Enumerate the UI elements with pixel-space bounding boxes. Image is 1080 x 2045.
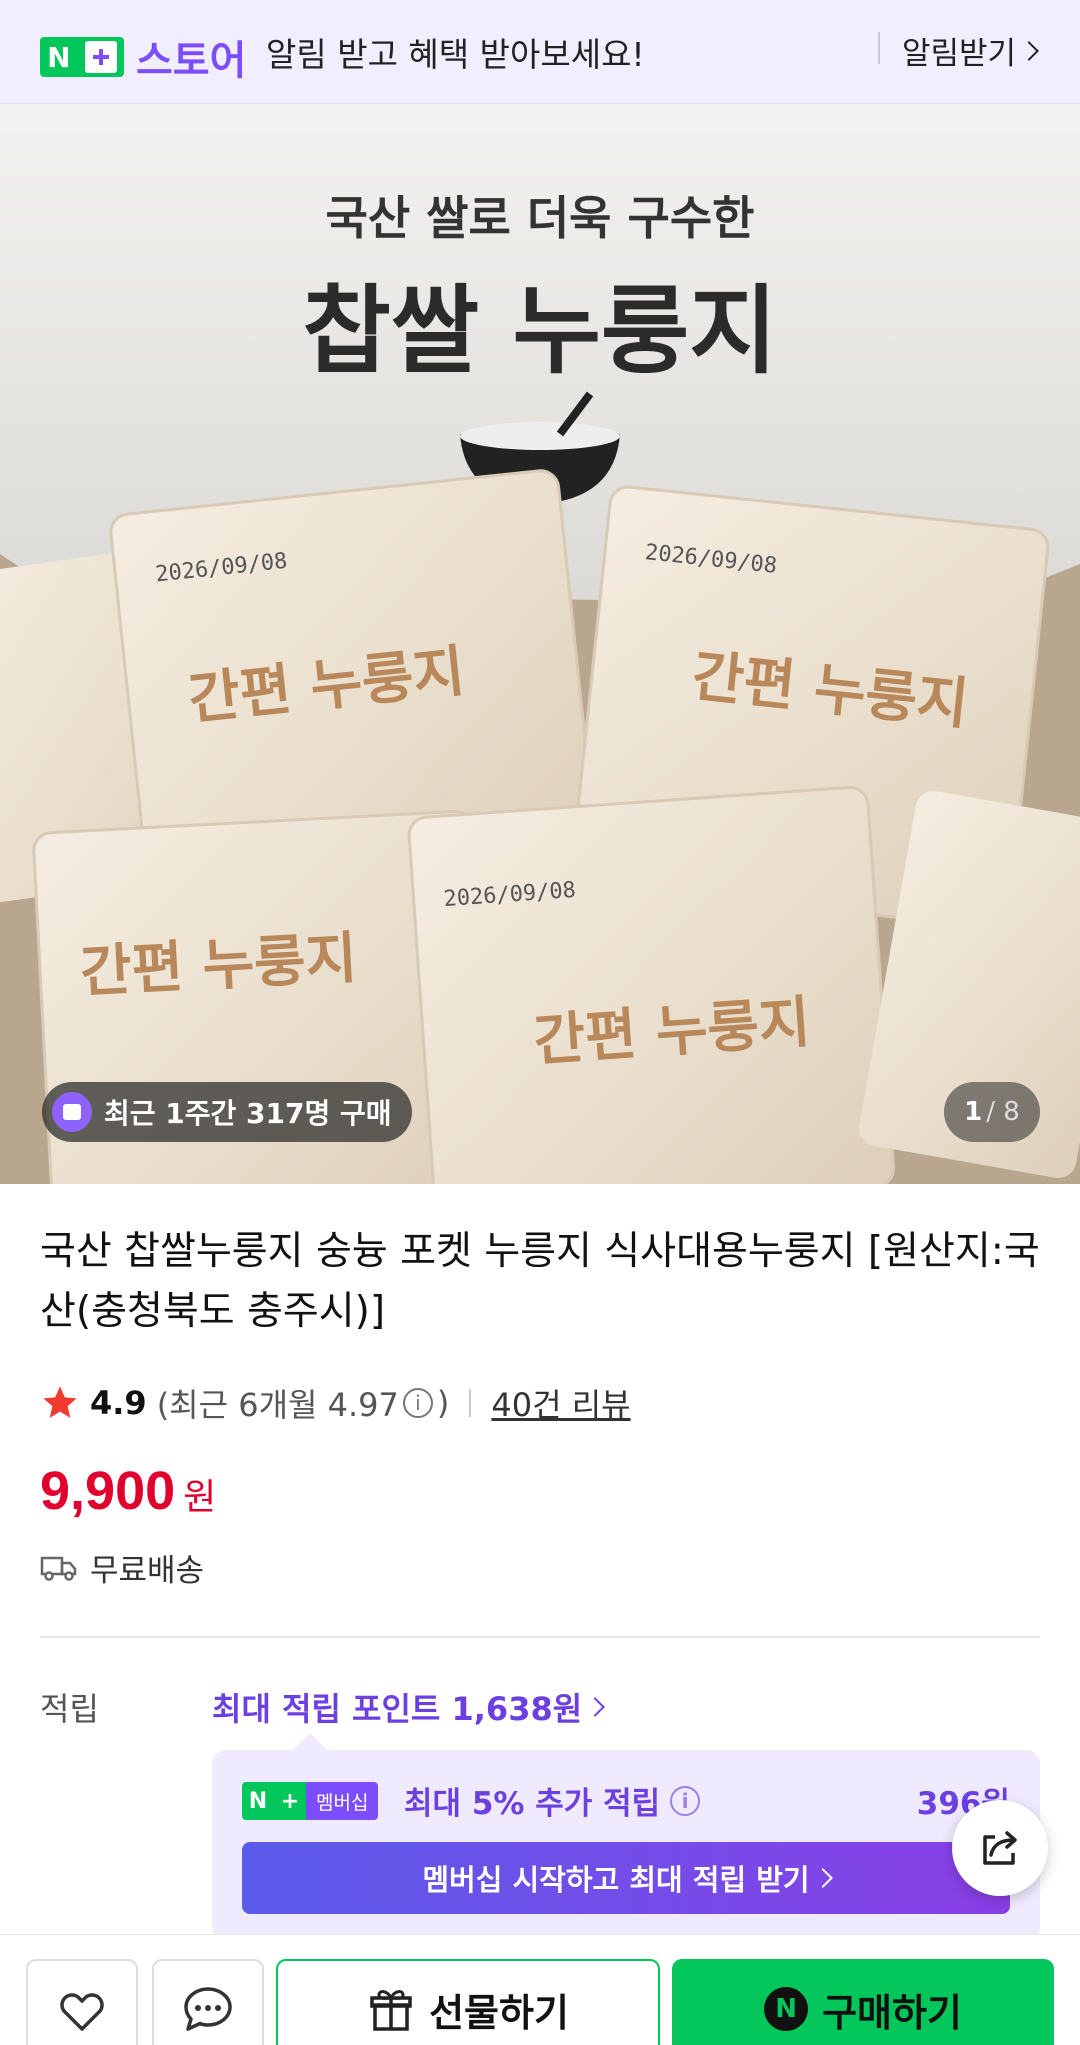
- buy-button[interactable]: N 구매하기: [672, 1959, 1054, 2045]
- banner-message: 알림 받고 혜택 받아보세요!: [266, 35, 645, 74]
- share-button[interactable]: [952, 1800, 1048, 1896]
- pager-current: 1: [964, 1097, 983, 1127]
- price: 9,900 원: [40, 1460, 216, 1522]
- favorite-button[interactable]: [26, 1959, 138, 2045]
- recent-purchase-badge: 최근 1주간 317명 구매: [42, 1082, 412, 1142]
- rating-recent: (최근 6개월 4.97: [156, 1386, 399, 1424]
- pager-total: / 8: [986, 1097, 1020, 1127]
- membership-box: N + 멤버십 최대 5% 추가 적립 i 396원 멤버십 시작하고 최대 적립…: [212, 1750, 1040, 1940]
- image-pager: 1 / 8: [944, 1082, 1040, 1142]
- info-icon[interactable]: i: [670, 1785, 701, 1816]
- price-value: 9,900: [40, 1461, 176, 1521]
- product-title: 국산 찹쌀누룽지 숭늉 포켓 누릉지 식사대용누룽지 [원산지:국산(충청북도 …: [40, 1229, 1040, 1334]
- max-points-text: 최대 적립 포인트 1,638원: [212, 1690, 583, 1728]
- shipping-text: 무료배송: [90, 1553, 205, 1589]
- info-icon[interactable]: i: [402, 1388, 433, 1418]
- heart-link-icon: [60, 1993, 104, 2031]
- talk-button[interactable]: [152, 1959, 264, 2045]
- chevron-right-icon: [812, 1868, 833, 1888]
- points-label: 적립: [40, 1690, 99, 1728]
- divider: [40, 1636, 1040, 1638]
- recent-purchase-text: 최근 1주간 317명 구매: [104, 1097, 392, 1130]
- chevron-right-icon: [1019, 40, 1039, 61]
- rating-value: 4.9: [90, 1384, 147, 1422]
- max-points-link[interactable]: 최대 적립 포인트 1,638원: [212, 1684, 606, 1730]
- notify-button[interactable]: 알림받기: [902, 28, 1039, 73]
- badge-label: 멤버십: [306, 1782, 379, 1820]
- gift-icon: [370, 1990, 412, 2031]
- membership-start-button[interactable]: 멤버십 시작하고 최대 적립 받기: [242, 1842, 1010, 1914]
- naver-n-icon: N: [764, 1987, 809, 2031]
- rating-recent-close: ): [436, 1384, 450, 1422]
- shopping-bag-icon: [52, 1092, 92, 1132]
- membership-extra: 최대 5% 추가 적립 i: [404, 1778, 704, 1823]
- membership-badge: N + 멤버십: [242, 1782, 379, 1820]
- product-photo: 국산 쌀로 더욱 구수한 찹쌀 누룽지 2026/09/08 간편 누룽지 20…: [0, 104, 1080, 1184]
- shipping-info: 무료배송: [40, 1545, 204, 1590]
- membership-extra-text: 최대 5% 추가 적립: [404, 1786, 661, 1822]
- box-title: 찹쌀 누룽지: [302, 275, 777, 387]
- bottom-action-bar: 선물하기 N 구매하기: [0, 1934, 1080, 2045]
- share-icon: [983, 1831, 1017, 1865]
- logo-n: N: [47, 40, 71, 74]
- rating-row: 4.9 (최근 6개월 4.97 i ) 40건 리뷰: [40, 1380, 631, 1426]
- chevron-right-icon: [585, 1697, 606, 1717]
- plus-icon: [84, 41, 117, 73]
- truck-icon: [40, 1556, 77, 1581]
- badge-n: N: [248, 1788, 268, 1814]
- box-subtitle: 국산 쌀로 더욱 구수한: [326, 191, 755, 245]
- gift-button-label: 선물하기: [429, 1990, 569, 2035]
- membership-button-label: 멤버십 시작하고 최대 적립 받기: [422, 1863, 810, 1897]
- divider: [878, 32, 880, 64]
- store-logo: N 스토어: [40, 28, 246, 86]
- reviews-link[interactable]: 40건 리뷰: [491, 1380, 630, 1426]
- logo-text: 스토어: [136, 38, 247, 84]
- buy-button-label: 구매하기: [822, 1990, 962, 2035]
- gift-button[interactable]: 선물하기: [276, 1959, 660, 2045]
- product-image[interactable]: 국산 쌀로 더욱 구수한 찹쌀 누룽지 2026/09/08 간편 누룽지 20…: [0, 104, 1080, 1184]
- star-icon: [43, 1386, 77, 1418]
- price-unit: 원: [183, 1477, 217, 1518]
- notify-button-label: 알림받기: [902, 36, 1017, 72]
- divider: [469, 1389, 472, 1417]
- notification-banner[interactable]: N 스토어 알림 받고 혜택 받아보세요! 알림받기: [0, 0, 1080, 104]
- chat-icon: [184, 1987, 232, 2031]
